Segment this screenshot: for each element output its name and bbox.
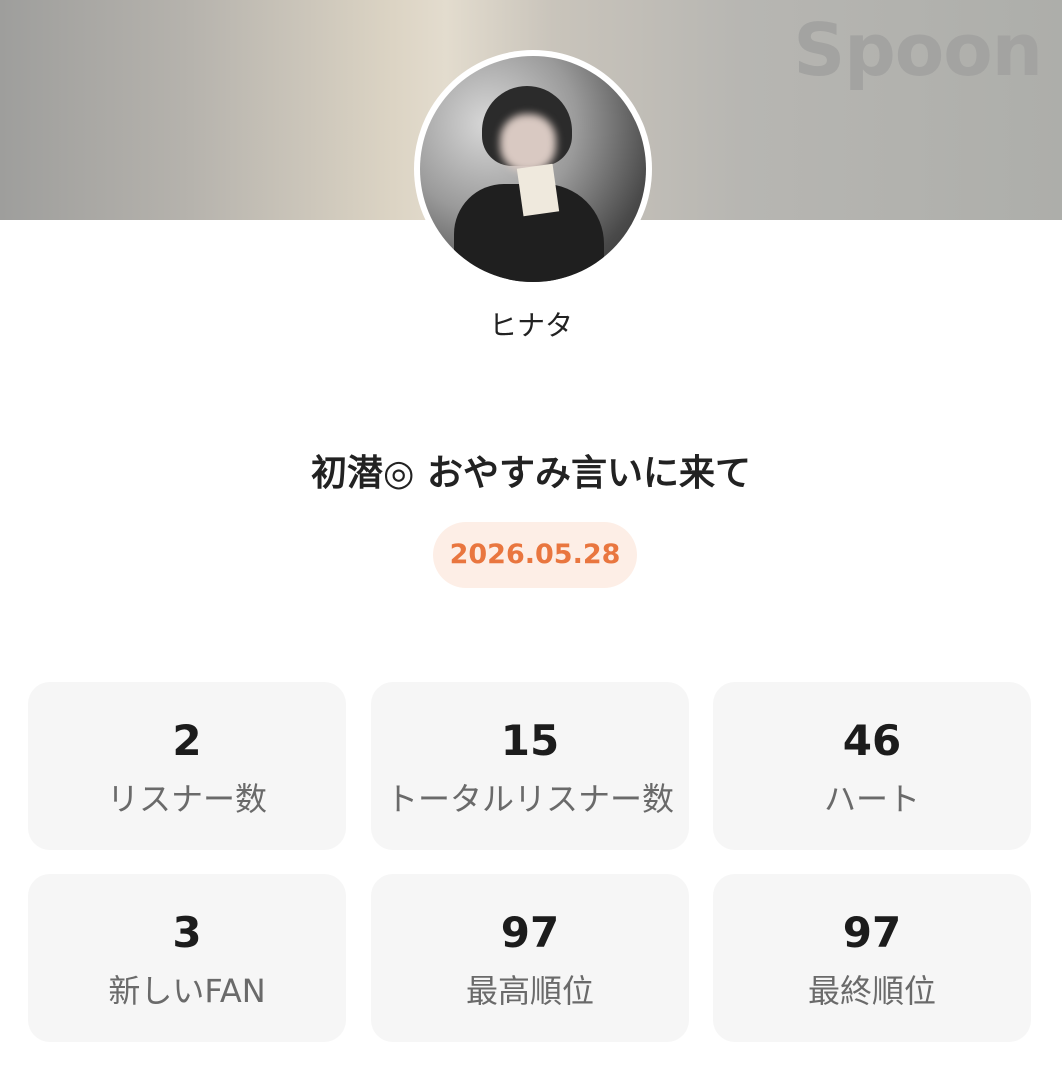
stat-card-new-fans: 3 新しいFAN (28, 874, 346, 1042)
username[interactable]: ヒナタ (0, 304, 1062, 344)
stat-value: 97 (500, 908, 560, 957)
stat-label: 最高順位 (465, 972, 594, 1010)
stat-label: ハート (823, 780, 920, 818)
stat-label: 新しいFAN (108, 972, 266, 1010)
stat-value: 15 (500, 716, 560, 765)
stat-card-final-rank: 97 最終順位 (713, 874, 1031, 1042)
broadcast-title: 初潜◎ おやすみ言いに来て (311, 453, 751, 494)
stat-value: 46 (842, 716, 902, 765)
avatar[interactable] (414, 50, 652, 288)
stat-value: 2 (172, 716, 202, 765)
stat-card-listeners: 2 リスナー数 (28, 682, 346, 850)
stat-label: リスナー数 (106, 780, 267, 818)
broadcast-date-badge: 2026.05.28 (433, 522, 637, 588)
stat-label: 最終順位 (807, 972, 936, 1010)
avatar-book-shape (516, 163, 560, 217)
avatar-image (420, 56, 646, 282)
stat-card-hearts: 46 ハート (713, 682, 1031, 850)
spoon-logo: Spoon (793, 8, 1043, 92)
stat-card-total-listeners: 15 トータルリスナー数 (371, 682, 689, 850)
stat-value: 97 (842, 908, 902, 957)
stat-label: トータルリスナー数 (385, 780, 674, 818)
stat-card-highest-rank: 97 最高順位 (371, 874, 689, 1042)
broadcast-summary-page: Spoon ヒナタ 初潜◎ おやすみ言いに来て 2026.05.28 2 リスナ… (0, 0, 1062, 1068)
stat-value: 3 (172, 908, 202, 957)
